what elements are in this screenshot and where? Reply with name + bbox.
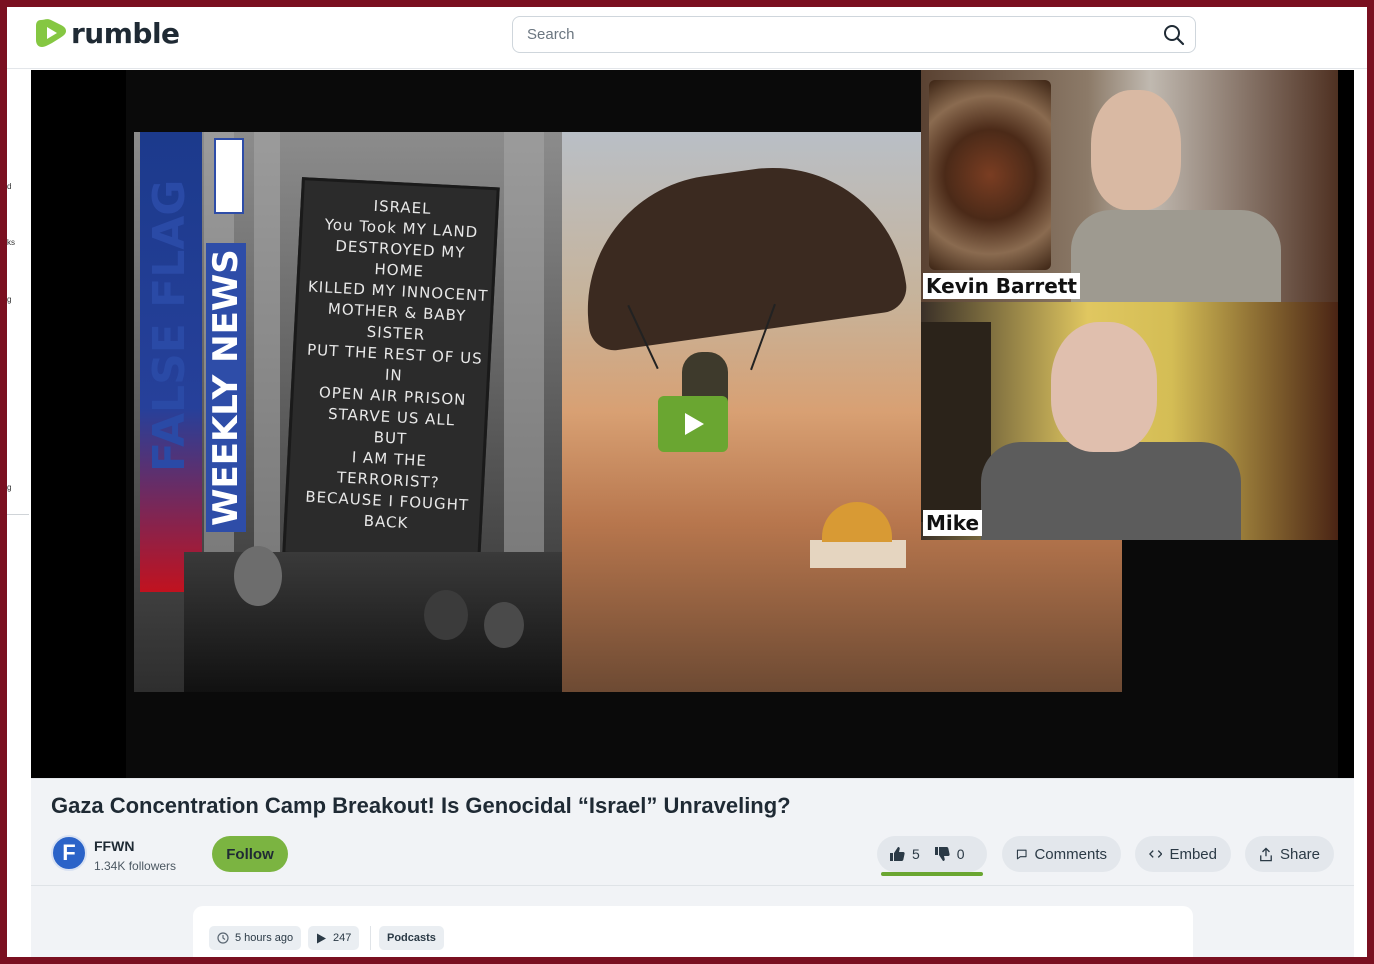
category-label: Podcasts	[387, 932, 436, 944]
speaker-face	[1091, 90, 1181, 210]
logo-text: rumble	[71, 16, 180, 50]
protester-head	[234, 546, 282, 606]
play-icon	[685, 413, 704, 435]
building-column	[504, 132, 544, 562]
dislike-count: 0	[956, 846, 965, 862]
banner-subtitle: WEEKLY NEWS	[206, 243, 246, 532]
vote-group: 5 0	[877, 836, 987, 872]
code-icon	[1149, 850, 1163, 858]
speaker-name-tag: Kevin Barrett	[923, 273, 1080, 299]
sidebar-divider	[7, 514, 29, 515]
sidebar-fragment[interactable]: g	[7, 295, 11, 304]
thumbs-up-icon[interactable]	[889, 846, 905, 862]
sidebar-fragment[interactable]: d	[7, 182, 11, 191]
vote-ratio-bar	[881, 872, 983, 876]
upload-time-chip: 5 hours ago	[209, 926, 302, 950]
comments-label: Comments	[1034, 845, 1107, 863]
channel-followers: 1.34K followers	[94, 859, 177, 873]
page-frame: rumble d ks g g FALSE FLAG WEEKLY NEWS	[7, 7, 1367, 957]
parachute	[570, 150, 910, 354]
views-chip: 247	[308, 926, 360, 950]
speaker-face	[1051, 322, 1157, 452]
collapsed-sidebar: d ks g g	[7, 70, 31, 957]
webcam-speaker-1: Kevin Barrett	[921, 70, 1338, 302]
views-play-icon	[317, 933, 326, 943]
embed-button[interactable]: Embed	[1135, 836, 1231, 872]
golden-dome	[822, 502, 892, 542]
category-chip[interactable]: Podcasts	[379, 926, 444, 950]
sidebar-fragment[interactable]: ks	[7, 238, 15, 247]
details-card: 5 hours ago 247 Podcasts	[193, 906, 1193, 957]
protest-sign-text: ISRAEL You Took MY LAND DESTROYED MY HOM…	[304, 196, 489, 533]
protest-image: FALSE FLAG WEEKLY NEWS ISRAEL You Took M…	[134, 132, 562, 692]
banner-title: FALSE FLAG	[144, 179, 195, 472]
like-count: 5	[912, 846, 920, 862]
video-title: Gaza Concentration Camp Breakout! Is Gen…	[51, 793, 791, 818]
rumble-logo-icon	[36, 19, 66, 47]
video-info: Gaza Concentration Camp Breakout! Is Gen…	[31, 778, 1354, 886]
video-thumbnail: FALSE FLAG WEEKLY NEWS ISRAEL You Took M…	[126, 70, 1338, 778]
search-input[interactable]	[513, 17, 1153, 52]
clock-icon	[217, 932, 229, 944]
rumble-logo[interactable]: rumble	[35, 16, 180, 50]
share-label: Share	[1279, 845, 1320, 863]
webcam-speaker-2: Mike	[921, 302, 1338, 540]
share-icon	[1260, 846, 1272, 861]
sidebar-fragment[interactable]: g	[7, 483, 11, 492]
banner-tag	[214, 138, 244, 214]
protester-head	[484, 602, 524, 648]
follow-button[interactable]: Follow	[212, 836, 288, 872]
chip-divider	[370, 926, 371, 950]
dome-building	[810, 540, 906, 568]
building-column	[254, 132, 280, 552]
search-bar[interactable]	[512, 16, 1196, 53]
upload-time: 5 hours ago	[235, 932, 294, 944]
wall-carpet	[929, 80, 1051, 270]
speaker-shirt	[1071, 210, 1281, 302]
channel-name[interactable]: FFWN	[94, 838, 134, 854]
embed-label: Embed	[1169, 845, 1217, 863]
thumbs-down-icon[interactable]	[934, 846, 950, 862]
share-button[interactable]: Share	[1245, 836, 1334, 872]
search-icon[interactable]	[1163, 24, 1185, 46]
top-header: rumble	[7, 7, 1367, 69]
view-count: 247	[333, 932, 352, 944]
speaker-name-tag: Mike	[923, 510, 983, 536]
channel-avatar[interactable]: F	[51, 835, 87, 871]
video-player[interactable]: FALSE FLAG WEEKLY NEWS ISRAEL You Took M…	[31, 70, 1354, 778]
comment-icon	[1016, 849, 1027, 859]
protester-head	[424, 590, 468, 640]
protest-sign: ISRAEL You Took MY LAND DESTROYED MY HOM…	[282, 177, 500, 565]
details-section: 5 hours ago 247 Podcasts	[31, 886, 1354, 957]
play-button[interactable]	[658, 396, 728, 452]
speaker-jacket	[981, 442, 1241, 540]
comments-button[interactable]: Comments	[1002, 836, 1121, 872]
